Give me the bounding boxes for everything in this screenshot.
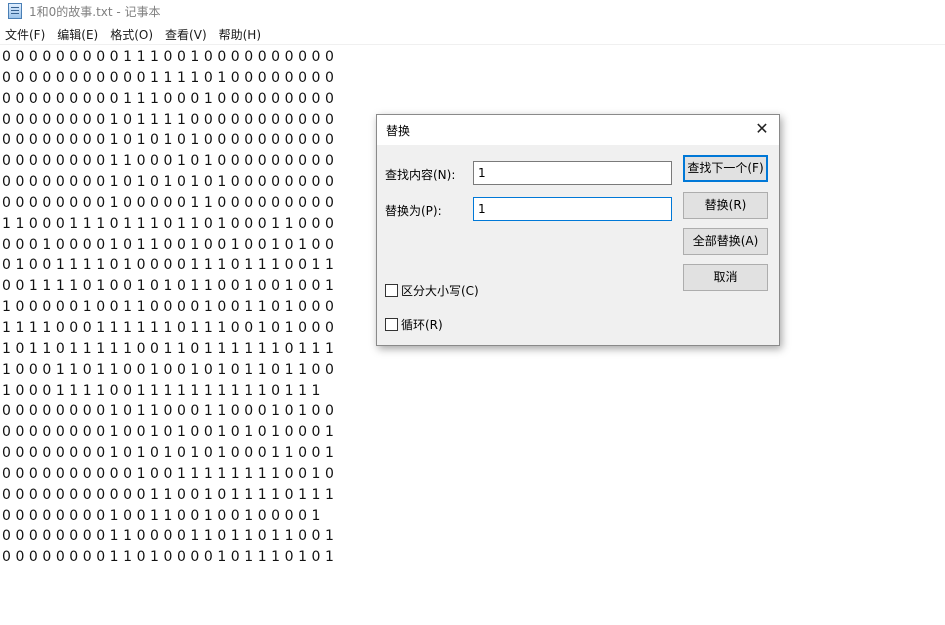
find-next-button[interactable]: 查找下一个(F) (683, 155, 768, 182)
wrap-checkbox[interactable] (385, 318, 398, 331)
replace-button[interactable]: 替换(R) (683, 192, 768, 219)
match-case-checkbox[interactable] (385, 284, 398, 297)
text-line: 0 0 0 0 0 0 0 0 1 1 0 1 0 0 0 0 1 0 1 1 … (2, 549, 334, 566)
menu-file[interactable]: 文件(F) (0, 26, 52, 43)
title-bar: 1和0的故事.txt - 记事本 (0, 0, 945, 22)
notepad-icon (8, 3, 22, 19)
text-line: 1 0 0 0 1 1 1 1 0 0 1 1 1 1 1 1 1 1 1 1 … (2, 382, 321, 399)
menu-edit[interactable]: 编辑(E) (52, 26, 105, 43)
close-icon[interactable]: ✕ (754, 120, 770, 138)
menu-format[interactable]: 格式(O) (105, 26, 160, 43)
match-case-label: 区分大小写(C) (401, 284, 479, 298)
window-title: 1和0的故事.txt - 记事本 (29, 4, 161, 19)
text-line: 0 0 0 0 0 0 0 0 0 1 1 1 0 0 1 0 0 0 0 0 … (2, 49, 334, 65)
text-line: 0 0 0 0 0 0 0 0 1 0 1 1 0 0 0 1 1 0 0 0 … (2, 403, 334, 420)
text-line: 0 0 0 0 0 0 0 0 1 0 1 0 1 0 1 0 1 0 0 0 … (2, 445, 334, 462)
dialog-title-bar: 替换 ✕ (377, 115, 779, 145)
dialog-title: 替换 (386, 124, 411, 138)
replace-input[interactable]: 1 (473, 197, 672, 221)
text-line: 0 0 0 0 0 0 0 0 0 0 0 1 1 1 1 0 1 0 0 0 … (2, 69, 334, 86)
wrap-label: 循环(R) (401, 318, 443, 332)
text-line: 0 0 0 0 0 0 0 0 1 0 0 1 1 0 0 1 0 0 1 0 … (2, 507, 321, 524)
find-label: 查找内容(N): (385, 168, 456, 182)
text-line: 0 0 0 0 0 0 0 0 1 1 0 0 0 0 1 1 0 1 1 0 … (2, 528, 334, 545)
find-input[interactable]: 1 (473, 161, 672, 185)
text-line: 0 0 0 0 0 0 0 0 0 0 0 1 1 0 0 1 0 1 1 1 … (2, 486, 334, 503)
text-line: 0 0 0 0 0 0 0 0 1 0 0 1 0 1 0 0 1 0 1 0 … (2, 424, 334, 441)
text-line: 0 0 0 0 0 0 0 0 0 0 1 0 0 1 1 1 1 1 1 1 … (2, 465, 334, 482)
replace-label: 替换为(P): (385, 204, 442, 218)
menu-help[interactable]: 帮助(H) (214, 26, 268, 43)
replace-all-button[interactable]: 全部替换(A) (683, 228, 768, 255)
text-line: 1 0 0 0 1 1 0 1 1 0 0 1 0 0 1 0 1 0 1 1 … (2, 361, 334, 378)
replace-dialog: 替换 ✕ 查找内容(N): 1 替换为(P): 1 查找下一个(F) 替换(R)… (376, 114, 780, 346)
menu-view[interactable]: 查看(V) (160, 26, 214, 43)
cancel-button[interactable]: 取消 (683, 264, 768, 291)
text-line: 0 0 0 0 0 0 0 0 0 1 1 1 0 0 0 1 0 0 0 0 … (2, 90, 334, 107)
menu-bar: 文件(F) 编辑(E) 格式(O) 查看(V) 帮助(H) (0, 24, 945, 45)
